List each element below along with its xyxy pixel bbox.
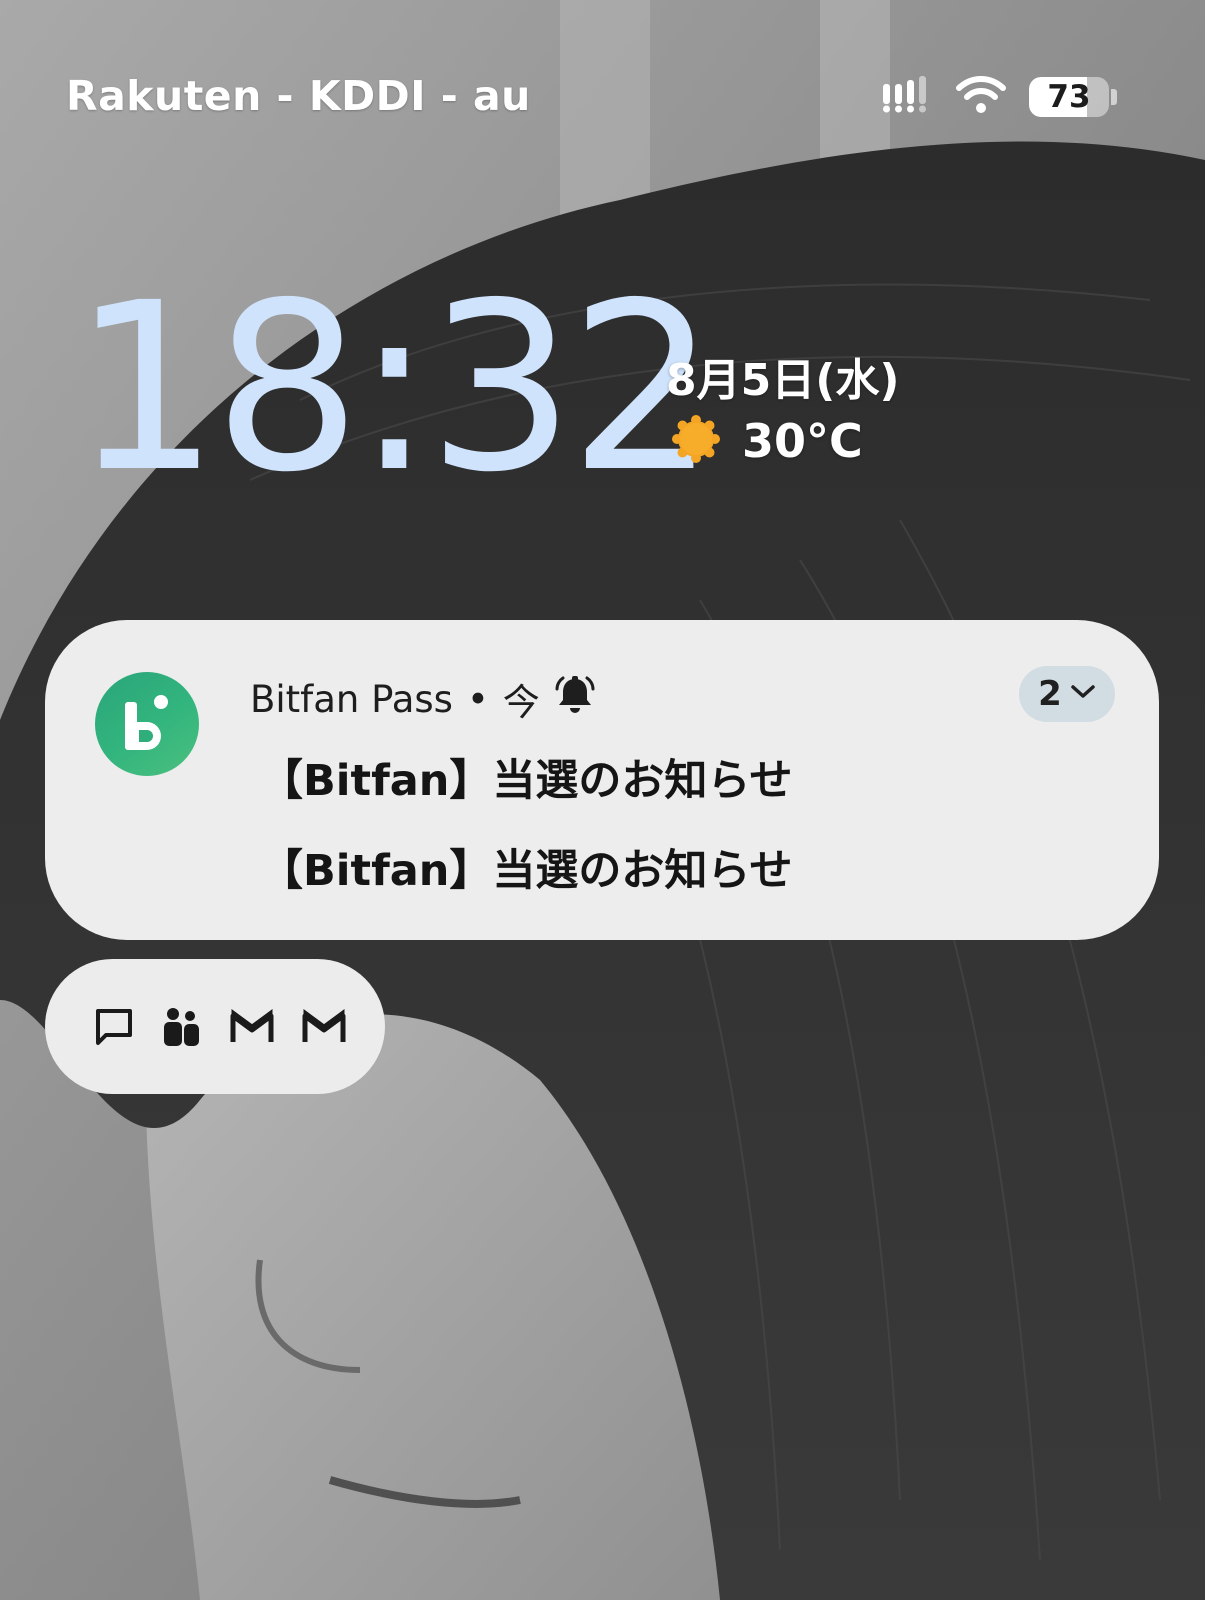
battery-indicator: 73: [1029, 77, 1109, 117]
people-icon: [161, 1006, 203, 1048]
lock-clock: 18:32: [72, 253, 717, 523]
weather-widget[interactable]: 30°C: [672, 414, 863, 468]
expand-notifications-button[interactable]: 2: [1019, 666, 1115, 722]
chevron-down-icon: [1070, 683, 1096, 705]
cellular-signal-icon: [881, 76, 933, 118]
status-icons: 73: [881, 76, 1117, 118]
gmail-icon: [229, 1008, 275, 1046]
notification-message: 【Bitfan】当選のお知らせ: [260, 756, 793, 806]
bell-ringing-icon: [554, 675, 596, 724]
notification-icons-shelf[interactable]: [45, 959, 385, 1094]
gmail-icon: [301, 1008, 347, 1046]
notification-header: Bitfan Pass • 今: [250, 672, 596, 726]
battery-level: 73: [1047, 79, 1091, 115]
wifi-icon: [955, 75, 1007, 119]
notification-message: 【Bitfan】当選のお知らせ: [260, 846, 793, 896]
temperature: 30°C: [742, 414, 863, 468]
bitfan-app-icon: [95, 672, 199, 776]
battery-cap: [1111, 89, 1117, 105]
sun-icon: [672, 415, 720, 467]
notification-count: 2: [1038, 674, 1062, 714]
notification-card[interactable]: Bitfan Pass • 今 2 【Bitfan】当選のお知らせ 【Bitfa…: [45, 620, 1159, 940]
header-separator: •: [466, 677, 489, 721]
chat-bubble-icon: [93, 1006, 135, 1048]
notification-app-name: Bitfan Pass: [250, 677, 453, 721]
carrier-label: Rakuten - KDDI - au: [66, 72, 531, 120]
notification-time: 今: [502, 681, 540, 724]
lock-date: 8月5日(水): [666, 355, 900, 406]
